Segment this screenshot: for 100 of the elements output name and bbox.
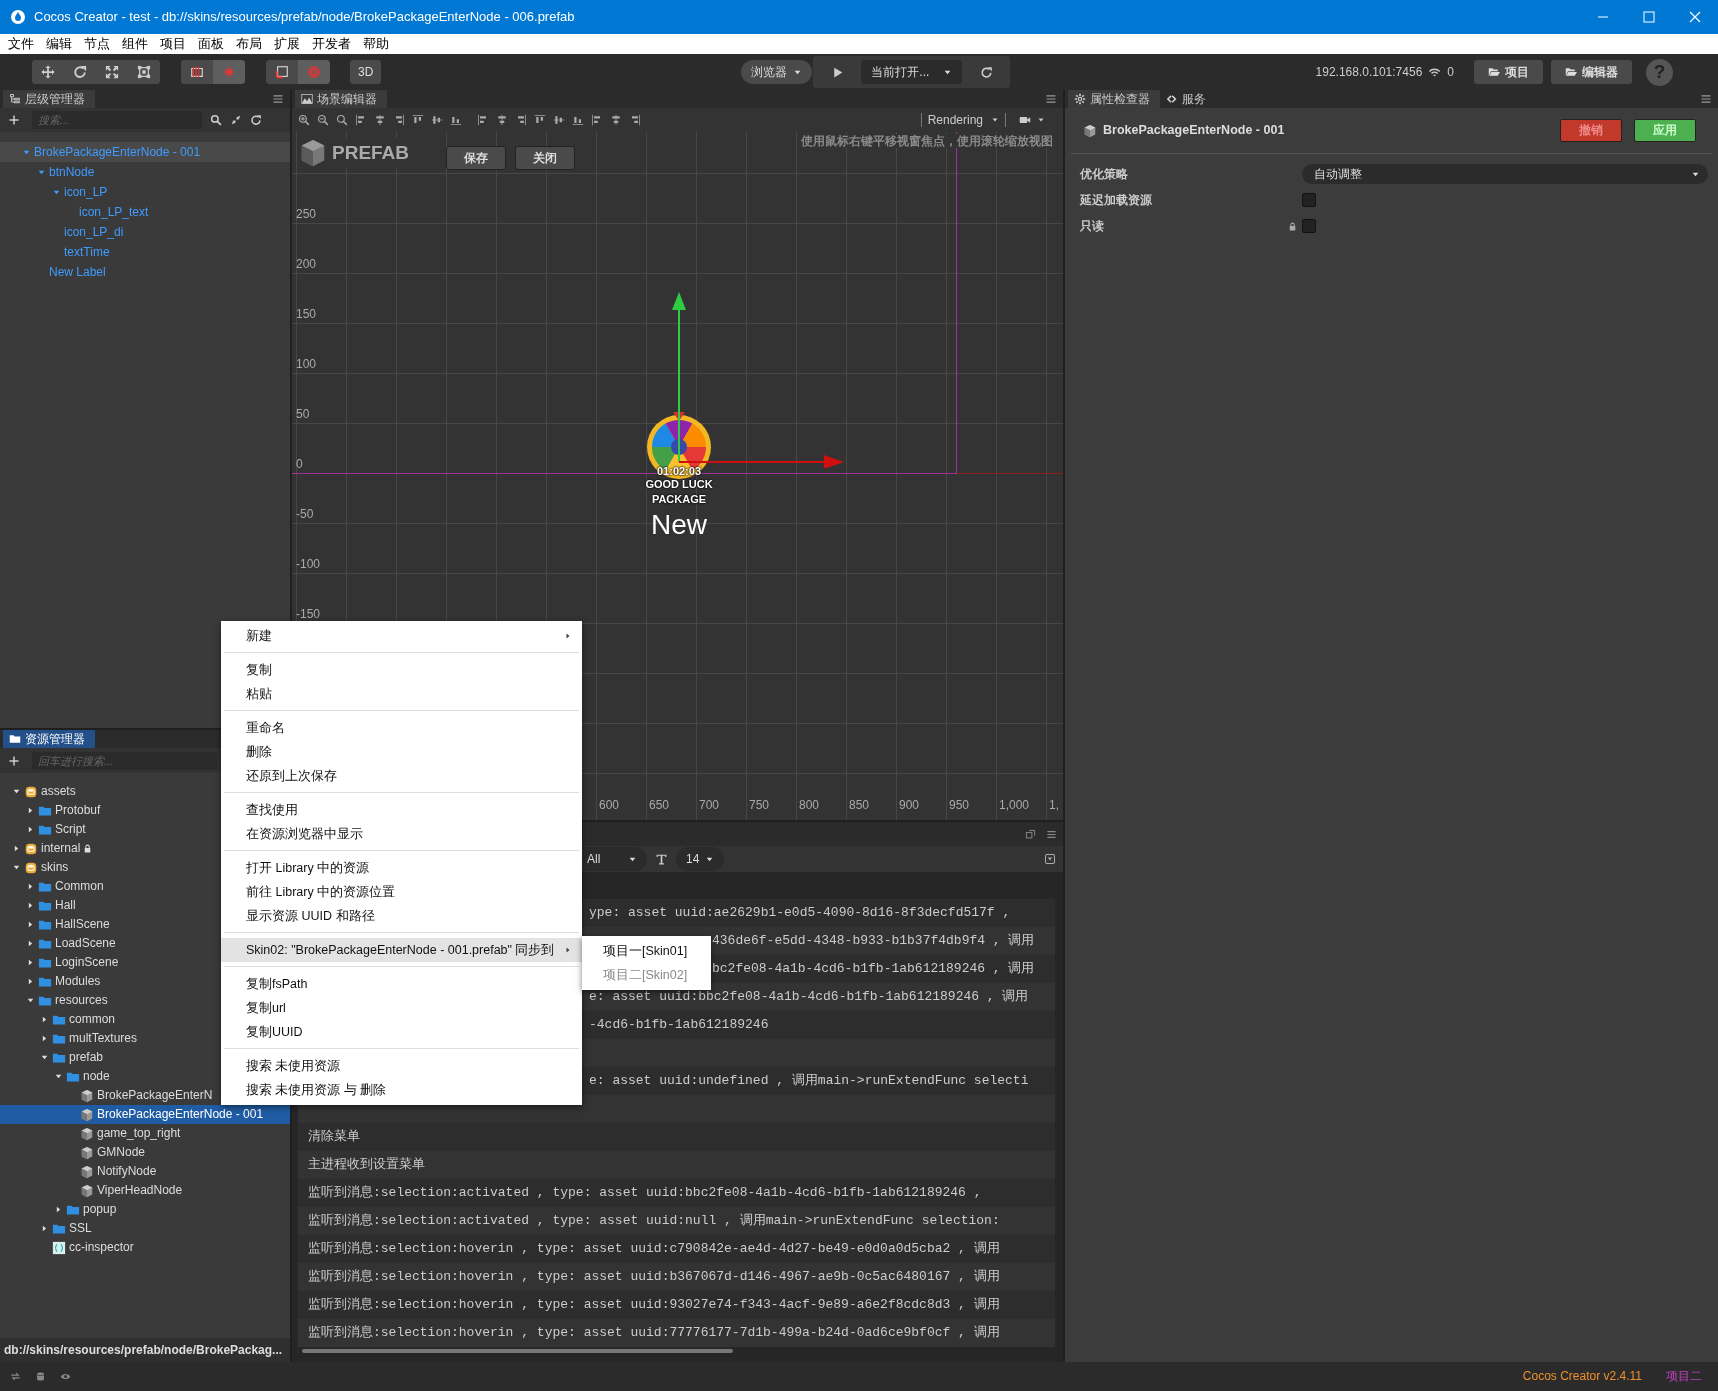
align-icon[interactable] xyxy=(355,114,367,126)
tree-item[interactable]: icon_LP_di xyxy=(0,222,290,242)
tree-item[interactable]: BrokePackageEnterNode - 001 xyxy=(0,1105,290,1124)
menu-item[interactable]: 扩展 xyxy=(268,34,306,54)
caret-icon[interactable] xyxy=(26,958,35,967)
tree-item[interactable]: icon_LP xyxy=(0,182,290,202)
scrollbar[interactable] xyxy=(302,1349,733,1353)
caret-icon[interactable] xyxy=(26,977,35,986)
menu-item[interactable]: 显示资源 UUID 和路径 xyxy=(221,904,582,928)
tree-item[interactable]: popup xyxy=(0,1200,290,1219)
caret-icon[interactable] xyxy=(40,1224,49,1233)
mode-toggle-button[interactable]: 3D xyxy=(350,60,382,84)
database-icon[interactable] xyxy=(35,1371,46,1382)
menu-item[interactable]: 复制url xyxy=(221,996,582,1020)
menu-item[interactable]: 开发者 xyxy=(306,34,357,54)
menu-item[interactable]: 新建 xyxy=(221,624,582,648)
toolbar-button[interactable]: 编辑器 xyxy=(1551,60,1632,84)
menu-item[interactable]: 复制UUID xyxy=(221,1020,582,1044)
menu-icon[interactable] xyxy=(1045,93,1057,105)
collapse-all-icon[interactable] xyxy=(1044,853,1056,865)
caret-icon[interactable] xyxy=(12,844,21,853)
menu-item[interactable]: Skin02: "BrokePackageEnterNode - 001.prefab" 同步到 xyxy=(221,938,582,962)
collapse-icon[interactable] xyxy=(230,114,242,126)
align-icon[interactable] xyxy=(591,114,603,126)
caret-icon[interactable] xyxy=(12,863,21,872)
menu-item[interactable]: 搜索 未使用资源 xyxy=(221,1054,582,1078)
prefab-button[interactable]: 关闭 xyxy=(515,146,575,170)
menu-item[interactable]: 复制fsPath xyxy=(221,972,582,996)
eye-icon[interactable] xyxy=(60,1371,71,1382)
checkbox[interactable] xyxy=(1302,219,1316,233)
menu-item[interactable]: 粘贴 xyxy=(221,682,582,706)
align-icon[interactable] xyxy=(572,114,584,126)
caret-icon[interactable] xyxy=(54,1205,63,1214)
search-icon[interactable] xyxy=(210,114,222,126)
align-icon[interactable] xyxy=(393,114,405,126)
caret-icon[interactable] xyxy=(40,1053,49,1062)
panel-tab[interactable]: 属性检查器 xyxy=(1068,90,1160,108)
menu-item[interactable]: 搜索 未使用资源 与 删除 xyxy=(221,1078,582,1102)
caret-icon[interactable] xyxy=(26,901,35,910)
sync-icon[interactable] xyxy=(10,1371,21,1382)
tree-item[interactable]: cc-inspector xyxy=(0,1238,290,1257)
caret-icon[interactable] xyxy=(26,939,35,948)
tree-item[interactable]: textTime xyxy=(0,242,290,262)
menu-item[interactable]: 复制 xyxy=(221,658,582,682)
align-icon[interactable] xyxy=(534,114,546,126)
zoom-out-icon[interactable] xyxy=(317,114,329,126)
menu-item[interactable]: 删除 xyxy=(221,740,582,764)
zoom-in-icon[interactable] xyxy=(298,114,310,126)
align-icon[interactable] xyxy=(610,114,622,126)
align-icon[interactable] xyxy=(553,114,565,126)
font-size-dropdown[interactable]: 14 xyxy=(676,847,725,871)
tree-item[interactable]: NotifyNode xyxy=(0,1162,290,1181)
restore-icon[interactable] xyxy=(1025,828,1036,840)
tree-item[interactable]: ViperHeadNode xyxy=(0,1181,290,1200)
caret-icon[interactable] xyxy=(40,1015,49,1024)
scene-dropdown[interactable]: 当前打开... xyxy=(861,60,963,84)
panel-tab[interactable]: 层级管理器 xyxy=(3,90,95,108)
menu-item[interactable]: 前往 Library 中的资源位置 xyxy=(221,880,582,904)
refresh-icon[interactable] xyxy=(250,114,262,126)
align-icon[interactable] xyxy=(515,114,527,126)
menu-item[interactable]: 节点 xyxy=(78,34,116,54)
menu-item[interactable]: 布局 xyxy=(230,34,268,54)
caret-icon[interactable] xyxy=(26,996,35,1005)
select-field[interactable]: 自动调整 xyxy=(1302,164,1708,184)
add-icon[interactable] xyxy=(8,114,20,126)
prefab-button[interactable]: 保存 xyxy=(446,146,506,170)
menu-item[interactable]: 帮助 xyxy=(357,34,395,54)
align-icon[interactable] xyxy=(496,114,508,126)
panel-tab[interactable]: 资源管理器 xyxy=(3,730,95,748)
zoom-reset-icon[interactable] xyxy=(336,114,348,126)
caret-icon[interactable] xyxy=(40,1034,49,1043)
align-icon[interactable] xyxy=(450,114,462,126)
platform-dropdown[interactable]: 浏览器 xyxy=(741,60,813,84)
menu-icon[interactable] xyxy=(272,93,284,105)
menu-item[interactable]: 编辑 xyxy=(40,34,78,54)
tree-item[interactable]: New Label xyxy=(0,262,290,282)
render-mode-dropdown[interactable]: Rendering xyxy=(920,113,1006,127)
panel-tab[interactable]: 场景编辑器 xyxy=(295,90,387,108)
caret-icon[interactable] xyxy=(54,1072,63,1081)
tree-item[interactable]: SSL xyxy=(0,1219,290,1238)
caret-icon[interactable] xyxy=(26,920,35,929)
tree-item[interactable]: GMNode xyxy=(0,1143,290,1162)
menu-item[interactable]: 组件 xyxy=(116,34,154,54)
menu-item[interactable]: 重命名 xyxy=(221,716,582,740)
filter-dropdown[interactable]: All xyxy=(583,847,647,871)
menu-icon[interactable] xyxy=(1700,93,1712,105)
tree-item[interactable]: game_top_right xyxy=(0,1124,290,1143)
tree-item[interactable]: btnNode xyxy=(0,162,290,182)
align-icon[interactable] xyxy=(431,114,443,126)
add-icon[interactable] xyxy=(8,754,20,767)
align-icon[interactable] xyxy=(477,114,489,126)
caret-icon[interactable] xyxy=(26,882,35,891)
tree-item[interactable]: icon_LP_text xyxy=(0,202,290,222)
align-icon[interactable] xyxy=(374,114,386,126)
toolbar-button[interactable]: 项目 xyxy=(1474,60,1543,84)
menu-item[interactable]: 面板 xyxy=(192,34,230,54)
menu-item[interactable]: 项目 xyxy=(154,34,192,54)
menu-icon[interactable] xyxy=(1046,828,1057,840)
align-icon[interactable] xyxy=(412,114,424,126)
checkbox[interactable] xyxy=(1302,193,1316,207)
